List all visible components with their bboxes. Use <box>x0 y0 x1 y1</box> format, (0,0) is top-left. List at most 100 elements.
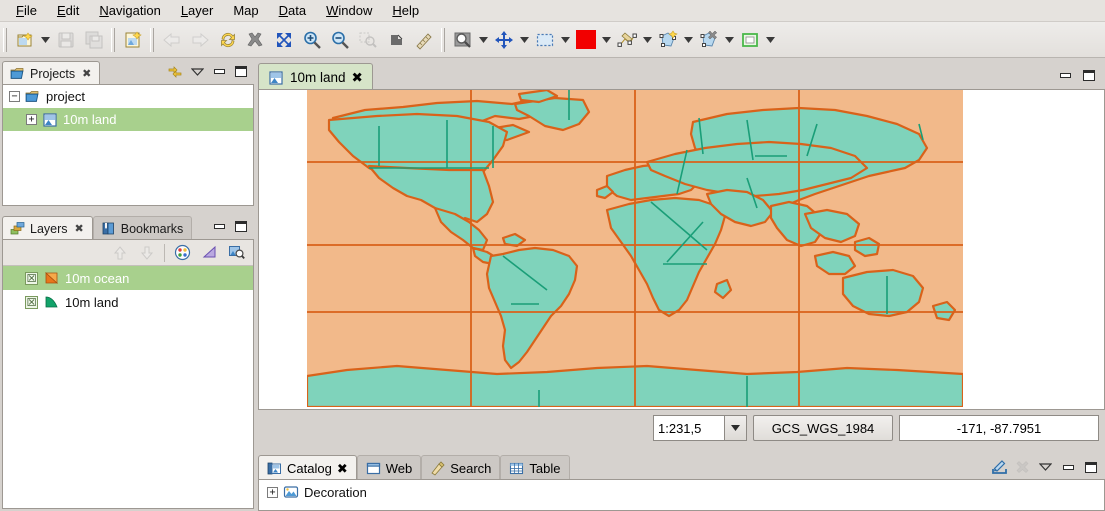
layers-maximize-button[interactable] <box>231 218 251 236</box>
pan-tool-button[interactable] <box>491 27 517 53</box>
layer-visibility-checkbox[interactable]: ☒ <box>25 272 38 285</box>
menu-edit[interactable]: Edit <box>47 1 89 20</box>
chevron-down-icon <box>479 37 488 43</box>
bottom-minimize-button[interactable] <box>1058 458 1078 476</box>
map-doc-icon <box>42 112 58 128</box>
tab-table[interactable]: Table <box>500 455 569 481</box>
projects-maximize-button[interactable] <box>231 63 251 81</box>
bookmarks-icon <box>101 221 116 236</box>
map-canvas[interactable] <box>258 89 1105 410</box>
toolbar-grip-2[interactable] <box>111 28 115 52</box>
draw-rect-button[interactable] <box>737 27 763 53</box>
project-expander[interactable]: − <box>9 91 20 102</box>
tree-row-project[interactable]: − project <box>3 85 253 108</box>
add-vertex-button[interactable] <box>655 27 681 53</box>
chevron-down-icon <box>725 37 734 43</box>
projects-view-menu-button[interactable] <box>187 63 207 81</box>
save-all-button[interactable] <box>81 27 107 53</box>
editor-minimize-button[interactable] <box>1055 67 1075 85</box>
tab-projects[interactable]: Projects ✖ <box>2 61 100 85</box>
map-rendered-image[interactable] <box>307 90 963 407</box>
add-vertex-dropdown-arrow[interactable] <box>682 27 695 53</box>
layer-row-10m-ocean[interactable]: ☒ 10m ocean <box>3 266 253 290</box>
world-map-svg <box>307 90 963 407</box>
tab-bookmarks[interactable]: Bookmarks <box>93 216 193 240</box>
map-status-bar: 1:231,5 GCS_WGS_1984 -171, -87.7951 <box>258 410 1105 446</box>
forward-button[interactable] <box>187 27 213 53</box>
layer-transparency-button[interactable] <box>196 242 222 264</box>
layers-minimize-button[interactable] <box>209 218 229 236</box>
menu-data[interactable]: Data <box>269 1 316 20</box>
move-layer-down-button[interactable] <box>134 242 160 264</box>
import-button[interactable] <box>989 458 1009 476</box>
stop-render-button[interactable] <box>243 27 269 53</box>
new-project-dropdown-arrow[interactable] <box>39 27 52 53</box>
new-project-button[interactable] <box>12 27 38 53</box>
tab-map-close-icon[interactable]: ✖ <box>352 70 363 86</box>
zoom-to-layer-button[interactable] <box>223 242 249 264</box>
tab-layers[interactable]: Layers ✖ <box>2 216 93 240</box>
layers-list-container: ☒ 10m ocean ☒ <box>2 239 254 509</box>
info-tool-dropdown-arrow[interactable] <box>477 27 490 53</box>
new-map-button[interactable] <box>120 27 146 53</box>
scale-dropdown-button[interactable] <box>725 415 747 441</box>
select-tool-dropdown-arrow[interactable] <box>559 27 572 53</box>
arrow-left-icon <box>162 32 182 48</box>
fill-color-dropdown-arrow[interactable] <box>600 27 613 53</box>
crs-button[interactable]: GCS_WGS_1984 <box>753 415 893 441</box>
tab-web[interactable]: Web <box>357 455 422 481</box>
scale-input[interactable]: 1:231,5 <box>653 415 725 441</box>
toolbar-grip-3[interactable] <box>150 28 154 52</box>
remove-vertex-button[interactable] <box>696 27 722 53</box>
philippines <box>855 238 879 256</box>
projects-minimize-button[interactable] <box>209 63 229 81</box>
remove-vertex-dropdown-arrow[interactable] <box>723 27 736 53</box>
menu-file[interactable]: File <box>6 1 47 20</box>
toolbar-grip-1[interactable] <box>3 28 7 52</box>
bottom-maximize-button[interactable] <box>1081 458 1101 476</box>
link-with-editor-button[interactable] <box>165 63 185 81</box>
save-button[interactable] <box>53 27 79 53</box>
layer-visibility-checkbox[interactable]: ☒ <box>25 296 38 309</box>
select-tool-button[interactable] <box>532 27 558 53</box>
zoom-out-button[interactable] <box>327 27 353 53</box>
zoom-previous-button[interactable] <box>355 27 381 53</box>
bottom-view-menu-button[interactable] <box>1035 458 1055 476</box>
tree-row-10m-land[interactable]: + 10m land <box>3 108 253 131</box>
map-expander[interactable]: + <box>26 114 37 125</box>
scale-control[interactable]: 1:231,5 <box>653 415 747 441</box>
back-button[interactable] <box>159 27 185 53</box>
tab-projects-close-icon[interactable]: ✖ <box>82 67 91 80</box>
edit-geometry-button[interactable] <box>614 27 640 53</box>
layer-swatch-land-icon <box>44 294 60 310</box>
tab-layers-close-icon[interactable]: ✖ <box>75 222 84 235</box>
zoom-extent-button[interactable] <box>271 27 297 53</box>
menu-help[interactable]: Help <box>382 1 429 20</box>
edit-geometry-dropdown-arrow[interactable] <box>641 27 654 53</box>
menu-window[interactable]: Window <box>316 1 382 20</box>
zoom-in-button[interactable] <box>299 27 325 53</box>
editor-window-controls <box>1055 62 1105 90</box>
layer-row-10m-land[interactable]: ☒ 10m land <box>3 290 253 314</box>
move-layer-up-button[interactable] <box>107 242 133 264</box>
toolbar-grip-4[interactable] <box>441 28 445 52</box>
refresh-button[interactable] <box>215 27 241 53</box>
tree-row-decoration[interactable]: + Decoration <box>259 480 1104 504</box>
tab-search[interactable]: Search <box>421 455 500 481</box>
layer-style-button[interactable] <box>169 242 195 264</box>
menu-navigation[interactable]: Navigation <box>89 1 170 20</box>
info-tool-button[interactable] <box>450 27 476 53</box>
editor-maximize-button[interactable] <box>1079 67 1099 85</box>
tab-catalog[interactable]: Catalog ✖ <box>258 455 357 481</box>
remove-button[interactable] <box>1012 458 1032 476</box>
fill-color-button[interactable] <box>573 27 599 53</box>
menu-layer[interactable]: Layer <box>171 1 224 20</box>
decoration-expander[interactable]: + <box>267 487 278 498</box>
tab-map-10m-land[interactable]: 10m land ✖ <box>258 63 373 91</box>
draw-rect-dropdown-arrow[interactable] <box>764 27 777 53</box>
tab-catalog-close-icon[interactable]: ✖ <box>337 461 348 477</box>
menu-map[interactable]: Map <box>223 1 268 20</box>
pan-tool-dropdown-arrow[interactable] <box>518 27 531 53</box>
pan-page-button[interactable] <box>383 27 409 53</box>
measure-button[interactable] <box>411 27 437 53</box>
